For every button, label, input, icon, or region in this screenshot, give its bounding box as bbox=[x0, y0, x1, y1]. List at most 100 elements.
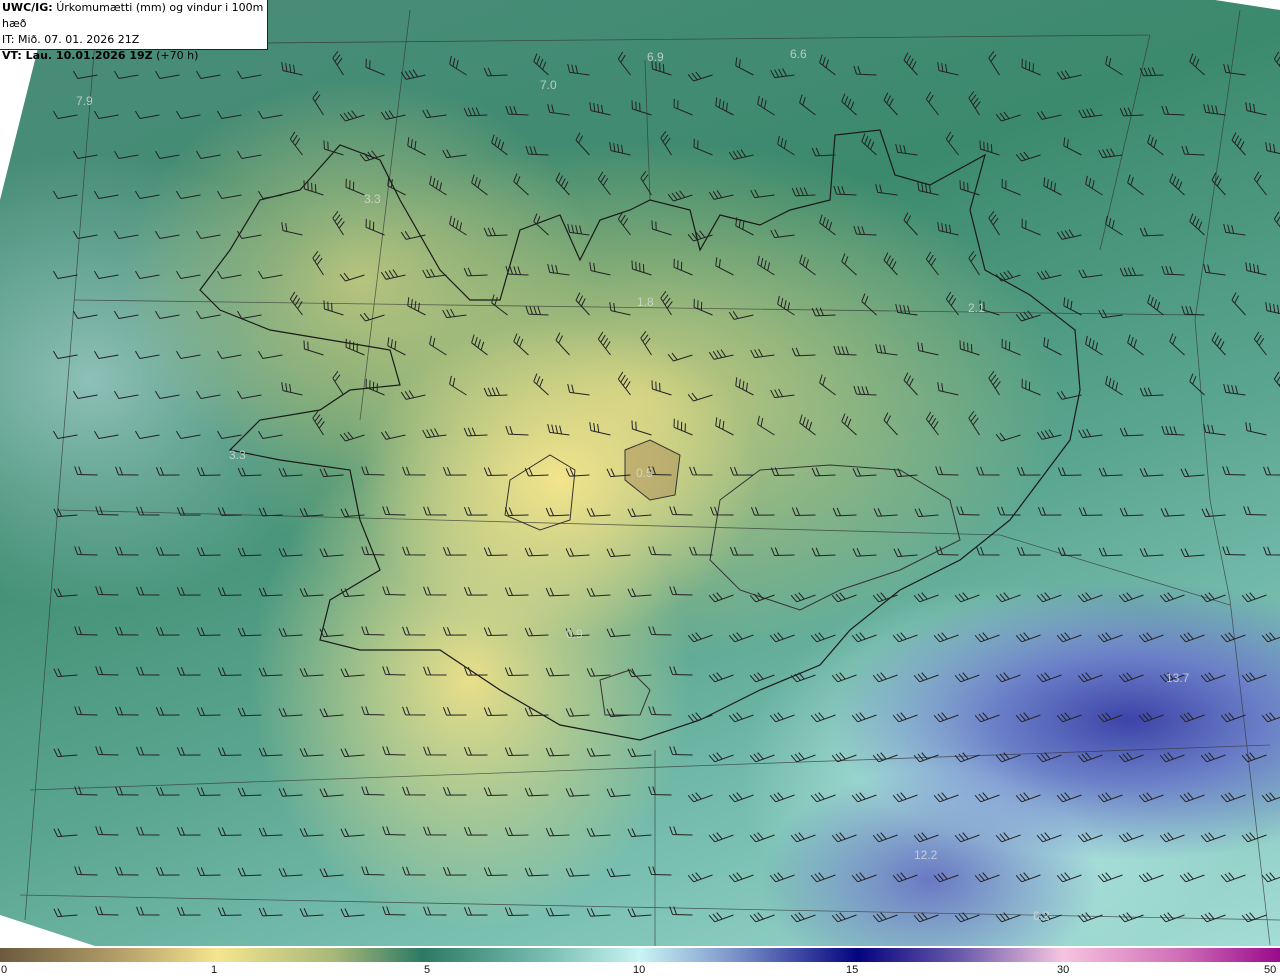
map-value: 6.2 bbox=[1033, 909, 1050, 923]
wind-barb bbox=[74, 626, 98, 636]
wind-barb bbox=[790, 912, 816, 923]
wind-barb bbox=[217, 907, 242, 917]
wind-barb bbox=[53, 588, 78, 598]
wind-barb bbox=[769, 792, 795, 803]
wind-barb bbox=[237, 787, 262, 797]
wind-barb bbox=[237, 150, 262, 159]
wind-barb bbox=[693, 298, 713, 316]
map-value: 0.9 bbox=[566, 627, 583, 641]
map-value: 1.8 bbox=[637, 295, 654, 309]
wind-barb bbox=[155, 626, 180, 636]
wind-barb bbox=[1189, 53, 1205, 76]
wind-barb bbox=[323, 300, 344, 316]
wind-barb bbox=[217, 827, 242, 837]
wind-barb bbox=[1036, 111, 1062, 120]
wind-barb bbox=[819, 374, 836, 396]
wind-barb bbox=[669, 826, 693, 836]
wind-barb bbox=[1261, 792, 1280, 803]
wind-barb bbox=[278, 627, 303, 637]
wind-barb bbox=[1179, 792, 1205, 803]
wind-barb bbox=[463, 826, 488, 836]
glacier-langjokull bbox=[504, 454, 576, 531]
wind-barb bbox=[567, 223, 590, 236]
valid-time: VT: Lau. 10.01.2026 19Z bbox=[2, 49, 153, 62]
wind-barb bbox=[749, 752, 775, 763]
wind-barb bbox=[1241, 672, 1267, 683]
wind-barb bbox=[903, 212, 918, 236]
wind-barb bbox=[974, 712, 1000, 723]
wind-barb bbox=[1203, 263, 1226, 276]
wind-barb bbox=[463, 267, 488, 277]
wind-barb bbox=[1118, 672, 1144, 683]
wind-barb bbox=[1179, 712, 1205, 723]
wind-barb bbox=[1015, 310, 1041, 322]
wind-barb bbox=[875, 343, 898, 356]
wind-barb bbox=[565, 867, 590, 877]
wind-barb bbox=[893, 468, 918, 478]
wind-barb bbox=[851, 792, 877, 803]
wind-barb bbox=[959, 180, 980, 196]
wind-barb bbox=[954, 912, 980, 923]
wind-barb bbox=[687, 792, 713, 803]
wind-barb bbox=[513, 333, 529, 356]
wind-barb bbox=[196, 547, 221, 557]
wind-barb bbox=[1161, 265, 1185, 276]
wind-barb bbox=[547, 263, 570, 276]
wind-barb bbox=[995, 432, 1021, 442]
wind-barb bbox=[790, 832, 816, 843]
wind-barb bbox=[1263, 546, 1280, 556]
wind-barb bbox=[524, 627, 549, 637]
wind-barb bbox=[597, 331, 611, 356]
wind-barb bbox=[861, 133, 877, 156]
wind-barb bbox=[1063, 297, 1082, 316]
wind-barb bbox=[606, 788, 631, 798]
wind-barb bbox=[1211, 172, 1226, 196]
wind-barb bbox=[155, 706, 180, 716]
wind-barb bbox=[176, 350, 201, 359]
wind-barb bbox=[1261, 632, 1280, 643]
wind-barb bbox=[1015, 151, 1041, 162]
wind-barb bbox=[1273, 211, 1280, 236]
wind-barb bbox=[589, 102, 611, 116]
wind-barb bbox=[1097, 872, 1123, 883]
wind-barb bbox=[176, 826, 201, 836]
wind-barb bbox=[155, 150, 180, 159]
wind-barb bbox=[791, 347, 816, 357]
wind-barb bbox=[524, 547, 549, 557]
wind-barb bbox=[258, 587, 283, 597]
wind-barb bbox=[299, 667, 324, 677]
wind-barb bbox=[196, 787, 221, 797]
wind-barb bbox=[1139, 227, 1164, 237]
wind-barb bbox=[715, 97, 734, 116]
wind-barb bbox=[94, 270, 119, 279]
wind-barb bbox=[483, 387, 508, 397]
wind-barb bbox=[402, 626, 426, 636]
wind-barb bbox=[463, 506, 488, 516]
wind-barb bbox=[1179, 872, 1205, 883]
wind-barb bbox=[673, 98, 693, 116]
wind-barb bbox=[715, 257, 734, 276]
wind-barb bbox=[491, 134, 508, 156]
wind-barb bbox=[402, 466, 426, 476]
wind-barb bbox=[791, 507, 816, 517]
wind-barb bbox=[790, 592, 816, 603]
wind-barb bbox=[729, 466, 754, 476]
wind-barb bbox=[312, 251, 324, 276]
wind-barb bbox=[299, 587, 324, 597]
wind-barb bbox=[361, 626, 385, 636]
wind-barb bbox=[339, 431, 365, 442]
wind-barb bbox=[504, 827, 529, 837]
wind-barb bbox=[883, 92, 898, 116]
colorbar-tick: 0 bbox=[1, 964, 8, 976]
glacier-vatnajokull bbox=[709, 464, 961, 611]
wind-barb bbox=[1119, 267, 1144, 277]
wind-barb bbox=[1245, 102, 1267, 116]
wind-barb bbox=[217, 667, 242, 677]
wind-barb bbox=[53, 270, 78, 279]
wind-barb bbox=[74, 546, 98, 556]
wind-barb bbox=[136, 666, 160, 676]
wind-barb bbox=[1127, 174, 1144, 196]
wind-barb bbox=[968, 91, 981, 116]
wind-barb bbox=[483, 627, 508, 637]
wind-barb bbox=[339, 110, 365, 122]
